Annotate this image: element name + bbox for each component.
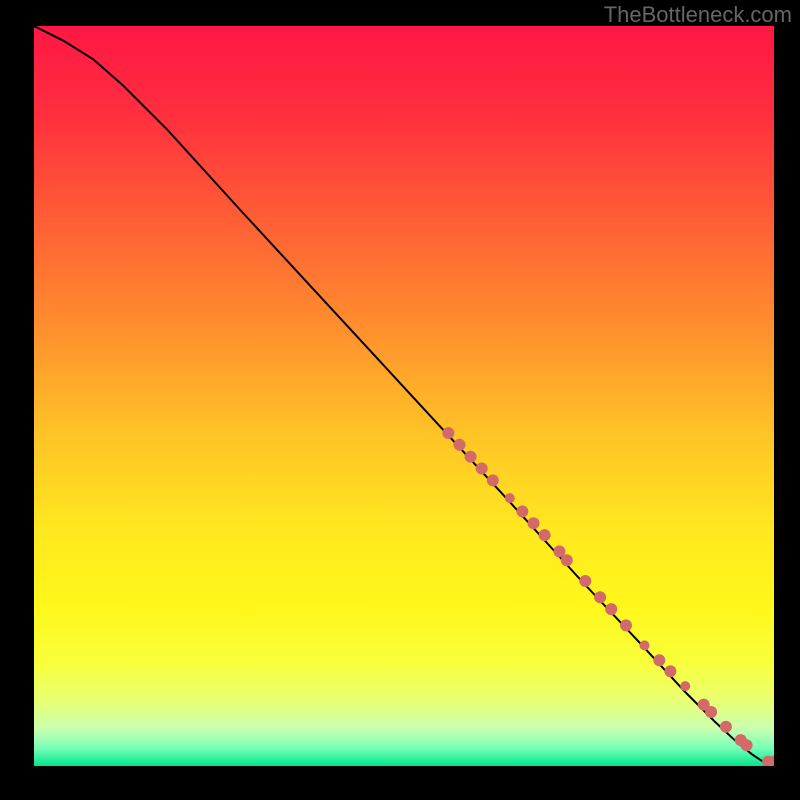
- data-marker: [620, 619, 632, 631]
- data-marker: [705, 706, 717, 718]
- chart-stage: TheBottleneck.com: [0, 0, 800, 800]
- data-marker: [465, 451, 477, 463]
- data-marker: [680, 681, 690, 691]
- data-marker: [539, 529, 551, 541]
- data-marker: [505, 493, 515, 503]
- data-marker: [561, 554, 573, 566]
- data-marker: [476, 463, 488, 475]
- data-marker: [640, 640, 650, 650]
- data-marker: [454, 439, 466, 451]
- watermark-text: TheBottleneck.com: [604, 2, 792, 28]
- plot-area: [34, 26, 774, 766]
- data-marker: [664, 665, 676, 677]
- data-marker: [741, 739, 753, 751]
- gradient-background: [34, 26, 774, 766]
- data-marker: [579, 575, 591, 587]
- data-marker: [653, 654, 665, 666]
- chart-svg: [34, 26, 774, 766]
- data-marker: [594, 591, 606, 603]
- data-marker: [605, 603, 617, 615]
- data-marker: [442, 427, 454, 439]
- data-marker: [487, 474, 499, 486]
- data-marker: [516, 505, 528, 517]
- data-marker: [720, 721, 732, 733]
- data-marker: [528, 517, 540, 529]
